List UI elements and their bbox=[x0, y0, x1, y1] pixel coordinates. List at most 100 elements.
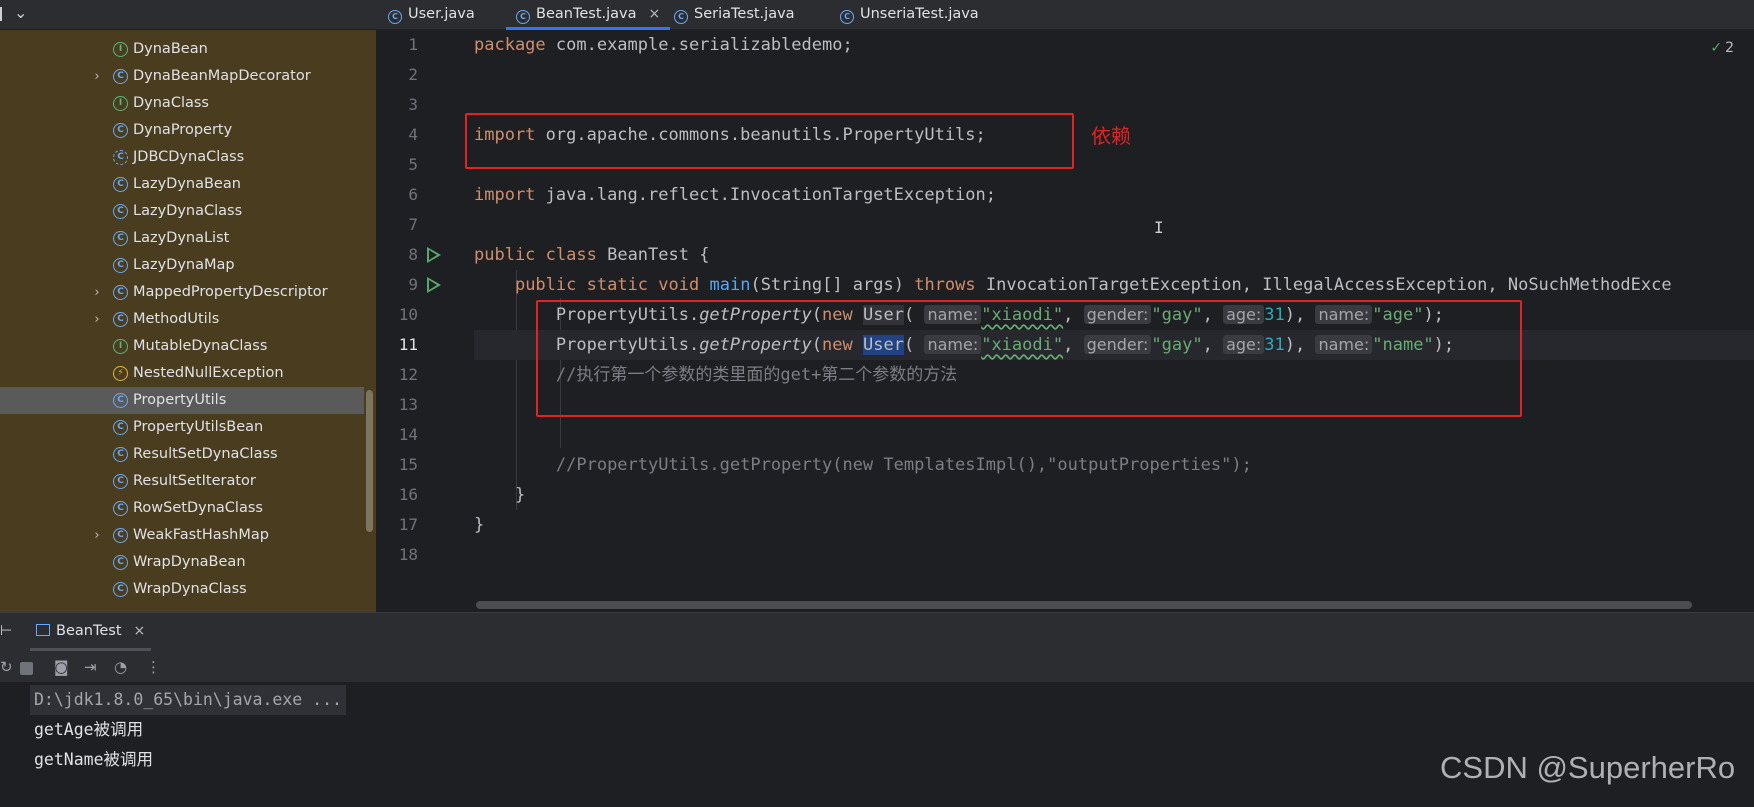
tree-item-label: JDBCDynaClass bbox=[133, 149, 245, 165]
tree-item-label: PropertyUtils bbox=[133, 392, 227, 408]
tree-item[interactable]: C WrapDynaBean bbox=[0, 549, 364, 576]
tree-item[interactable]: I MutableDynaClass bbox=[0, 333, 364, 360]
tree-item-label: MutableDynaClass bbox=[133, 338, 268, 354]
tree-item-label: LazyDynaBean bbox=[133, 176, 241, 192]
tree-item[interactable]: I DynaClass bbox=[0, 90, 364, 117]
chevron-right-icon[interactable]: › bbox=[90, 306, 104, 333]
line-number: 11 bbox=[398, 335, 418, 354]
line-number: 9 bbox=[408, 275, 418, 294]
tree-item-label: DynaProperty bbox=[133, 122, 233, 138]
close-tab-icon[interactable]: × bbox=[649, 0, 661, 28]
tree-item[interactable]: › C DynaBeanMapDecorator bbox=[0, 63, 364, 90]
run-toolbar: ↻ ◙ ⇥ ◔ ⋮ bbox=[0, 651, 1754, 683]
tree-scrollbar[interactable] bbox=[366, 390, 373, 532]
tree-item-label: LazyDynaClass bbox=[133, 203, 243, 219]
project-tree-panel: ⌄ I DynaBean › C DynaBeanMapDecorator I DynaCl… bbox=[0, 0, 376, 612]
run-tab-bar: ⊢ BeanTest × bbox=[0, 613, 1754, 651]
chevron-down-icon[interactable]: ⌄ bbox=[14, 3, 27, 22]
class-icon: C bbox=[113, 285, 128, 300]
tree-item-label: WrapDynaBean bbox=[133, 554, 246, 570]
tree-item-label: DynaClass bbox=[133, 95, 209, 111]
run-tab-label: BeanTest bbox=[56, 623, 122, 639]
tab-unseriatest-java[interactable]: C UnseriaTest.java bbox=[840, 0, 979, 30]
class-icon: C bbox=[113, 447, 128, 462]
class-icon: C bbox=[113, 177, 128, 192]
tree-item[interactable]: ⚡ NestedNullException bbox=[0, 360, 364, 387]
console-output[interactable]: D:\jdk1.8.0_65\bin\java.exe ... getAge被调… bbox=[14, 685, 1754, 807]
tab-run-beantest[interactable]: BeanTest × bbox=[30, 613, 152, 651]
line-number: 4 bbox=[408, 125, 418, 144]
profiler-icon[interactable]: ◔ bbox=[114, 659, 127, 675]
annotation-box-calls bbox=[536, 300, 1522, 417]
project-tree: I DynaBean › C DynaBeanMapDecorator I DynaClas… bbox=[0, 36, 364, 603]
tab-label: BeanTest.java bbox=[536, 6, 637, 22]
close-tab-icon[interactable]: × bbox=[134, 623, 146, 639]
tab-label: SeriaTest.java bbox=[694, 6, 795, 22]
tab-label: UnseriaTest.java bbox=[860, 6, 979, 22]
tree-item-label: DynaBeanMapDecorator bbox=[133, 68, 311, 84]
more-options-icon[interactable]: ⋮ bbox=[146, 659, 161, 675]
interface-icon: I bbox=[113, 96, 128, 111]
chevron-right-icon[interactable]: › bbox=[90, 63, 104, 90]
tree-item-label: RowSetDynaClass bbox=[133, 500, 263, 516]
chevron-right-icon[interactable]: › bbox=[90, 279, 104, 306]
code-line-17: } bbox=[474, 515, 485, 535]
chevron-right-icon[interactable]: › bbox=[90, 522, 104, 549]
run-gutter-icon[interactable] bbox=[427, 277, 441, 293]
tree-item[interactable]: C RowSetDynaClass bbox=[0, 495, 364, 522]
inspection-widget[interactable]: ✓ 2 bbox=[1710, 40, 1734, 56]
class-icon: C bbox=[113, 393, 128, 408]
rerun-icon[interactable]: ↻ bbox=[0, 659, 13, 675]
console-icon bbox=[36, 624, 50, 636]
text-cursor-icon: I bbox=[1154, 218, 1164, 237]
inspection-count: 2 bbox=[1725, 40, 1734, 56]
line-number: 6 bbox=[408, 185, 418, 204]
tree-item[interactable]: › C WeakFastHashMap bbox=[0, 522, 364, 549]
project-tree-header: ⌄ bbox=[0, 0, 376, 30]
code-line-8: public class BeanTest { bbox=[474, 245, 710, 265]
tree-item-label: ResultSetDynaClass bbox=[133, 446, 278, 462]
code-line-15: //PropertyUtils.getProperty(new Template… bbox=[555, 455, 1252, 475]
class-icon: C bbox=[113, 582, 128, 597]
stop-icon[interactable] bbox=[20, 662, 33, 675]
annotation-label: 依赖 bbox=[1091, 124, 1131, 148]
line-number: 1 bbox=[408, 35, 418, 54]
line-number: 13 bbox=[398, 395, 418, 414]
tree-item-label: PropertyUtilsBean bbox=[133, 419, 264, 435]
line-number: 17 bbox=[398, 515, 418, 534]
tree-item[interactable]: › C MappedPropertyDescriptor bbox=[0, 279, 364, 306]
class-icon: C bbox=[113, 312, 128, 327]
tree-item[interactable]: C PropertyUtilsBean bbox=[0, 414, 364, 441]
tree-item[interactable]: C JDBCDynaClass bbox=[0, 144, 364, 171]
tree-item[interactable]: C LazyDynaList bbox=[0, 225, 364, 252]
tree-item[interactable]: C LazyDynaBean bbox=[0, 171, 364, 198]
run-gutter-icon[interactable] bbox=[427, 247, 441, 263]
console-output-line: getName被调用 bbox=[34, 750, 154, 769]
tab-seriatest-java[interactable]: C SeriaTest.java bbox=[674, 0, 795, 30]
line-number: 16 bbox=[398, 485, 418, 504]
tree-item[interactable]: C ResultSetDynaClass bbox=[0, 441, 364, 468]
interface-icon: I bbox=[113, 42, 128, 57]
tree-item[interactable]: C ResultSetIterator bbox=[0, 468, 364, 495]
editor-tab-bar: C User.java C BeanTest.java × C SeriaTest.ja… bbox=[376, 0, 1754, 30]
tree-item[interactable]: C PropertyUtils bbox=[0, 387, 364, 414]
annotation-box-import bbox=[465, 113, 1074, 169]
tree-item[interactable]: C LazyDynaClass bbox=[0, 198, 364, 225]
tree-item[interactable]: C WrapDynaClass bbox=[0, 576, 364, 603]
tree-item[interactable]: I DynaBean bbox=[0, 36, 364, 63]
class-icon: C bbox=[113, 555, 128, 570]
exception-icon: ⚡ bbox=[113, 366, 128, 381]
line-number: 10 bbox=[398, 305, 418, 324]
restore-layout-icon[interactable]: ⇥ bbox=[84, 659, 97, 675]
tree-item-label: WrapDynaClass bbox=[133, 581, 247, 597]
horizontal-scrollbar[interactable] bbox=[476, 601, 1692, 609]
tree-item[interactable]: C DynaProperty bbox=[0, 117, 364, 144]
tab-beantest-java[interactable]: C BeanTest.java × bbox=[506, 0, 671, 30]
watermark: CSDN @SuperherRo bbox=[1440, 750, 1736, 785]
tab-user-java[interactable]: C User.java bbox=[388, 0, 475, 30]
line-number: 3 bbox=[408, 95, 418, 114]
interface-icon: I bbox=[113, 339, 128, 354]
camera-icon[interactable]: ◙ bbox=[54, 659, 69, 675]
tree-item[interactable]: C LazyDynaMap bbox=[0, 252, 364, 279]
tree-item[interactable]: › C MethodUtils bbox=[0, 306, 364, 333]
